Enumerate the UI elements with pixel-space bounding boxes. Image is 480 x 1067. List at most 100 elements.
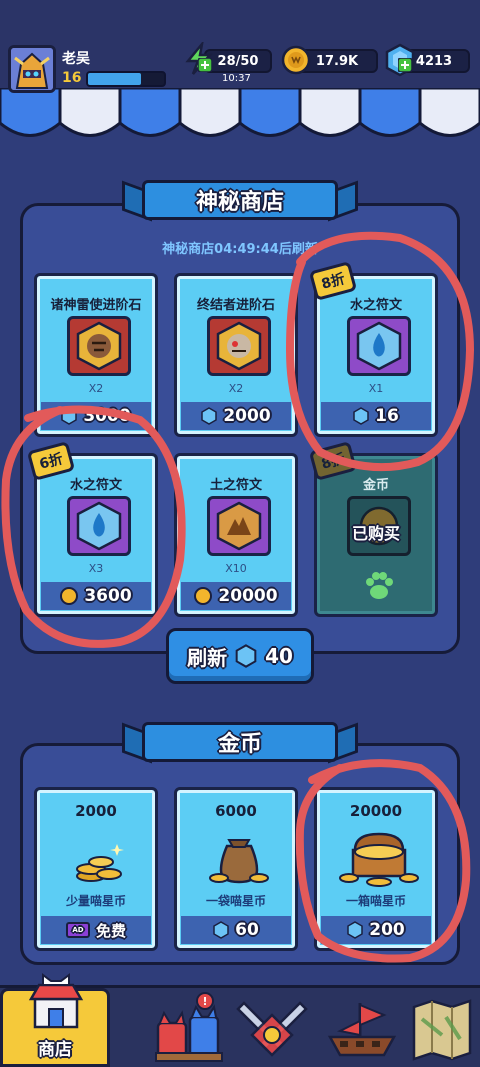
shop-awning <box>0 88 480 137</box>
knight-avatar-icon <box>11 48 53 90</box>
sold-out-label: 已购买 <box>351 524 400 543</box>
item-qty: X3 <box>88 562 104 575</box>
pack-price: 60 <box>181 916 291 944</box>
gem-icon <box>347 921 363 939</box>
item-name: 水之符文 <box>349 298 402 313</box>
video-ad-label: AD <box>72 926 84 934</box>
pack-amount: 20000 <box>349 802 403 820</box>
pack-name: 一袋喵星币 <box>205 894 266 908</box>
player-avatar[interactable] <box>8 45 56 93</box>
gem-icon <box>235 644 257 668</box>
player-name: 老吴 <box>62 51 90 67</box>
mystery-shop-title: 神秘商店 <box>142 180 338 220</box>
gold-pack-card[interactable]: 20000 一箱喵星币 200 <box>314 787 438 951</box>
item-price: 20000 <box>181 582 291 610</box>
shop-refresh-timer: 神秘商店04:49:44后刷新 <box>162 242 318 257</box>
terminator-stone-icon <box>216 321 262 371</box>
cats-team-icon[interactable] <box>150 995 230 1065</box>
paw-icon <box>366 572 393 599</box>
pack-price-value: 200 <box>369 920 405 940</box>
pack-price-value: 60 <box>235 920 259 940</box>
item-name: 土之符文 <box>209 478 262 493</box>
small-coin-pile-icon <box>76 844 124 882</box>
coin-bag-icon <box>209 839 269 884</box>
item-price: 3000 <box>41 402 151 430</box>
item-qty: X2 <box>88 382 104 395</box>
item-price-value: 2000 <box>223 406 271 426</box>
item-price-value: 3600 <box>84 586 132 606</box>
player-level: 16 <box>62 70 82 86</box>
shop-item-card[interactable]: 诸神雷使进阶石 X2 3000 <box>34 273 158 437</box>
coin-icon <box>60 587 79 605</box>
pack-price: 200 <box>321 916 431 944</box>
energy-timer: 10:37 <box>222 73 251 84</box>
discount-badge-text: 6折 <box>37 451 65 473</box>
xp-bar <box>86 71 166 87</box>
item-icon-frame <box>207 496 271 556</box>
nav-alert-text: ! <box>202 994 208 1008</box>
gem-value: 4213 <box>415 53 453 69</box>
refresh-cost: 40 <box>265 644 293 668</box>
crossed-swords-icon[interactable] <box>232 995 312 1065</box>
item-qty: X2 <box>228 382 244 395</box>
shop-item-card[interactable]: 水之符文 X1 16 <box>314 273 438 437</box>
item-name: 金币 <box>362 478 389 493</box>
refresh-button[interactable]: 刷新 40 <box>166 628 314 684</box>
map-icon[interactable] <box>402 995 480 1065</box>
water-rune-icon <box>356 321 402 371</box>
xp-bar-fill <box>88 73 142 85</box>
coin-icon <box>281 45 311 75</box>
pack-name: 少量喵星币 <box>65 894 126 908</box>
treasure-chest-icon <box>339 832 419 887</box>
item-price-value: 3000 <box>83 406 131 426</box>
mystery-shop-title-text: 神秘商店 <box>195 190 284 215</box>
pack-amount: 6000 <box>215 802 257 820</box>
item-qty: X1 <box>368 382 384 395</box>
thunder-stone-icon <box>76 321 122 371</box>
add-energy-button[interactable] <box>198 58 212 72</box>
item-price: 16 <box>321 402 431 430</box>
gold-pack-card[interactable]: 6000 一袋喵星币 60 <box>174 787 298 951</box>
pack-price: AD 免费 <box>41 916 151 944</box>
pack-name: 一箱喵星币 <box>345 894 406 908</box>
discount-badge-text: 8折 <box>319 271 347 293</box>
coin-value: 17.9K <box>315 53 359 69</box>
gem-icon <box>213 921 229 939</box>
item-price: 3600 <box>41 582 151 610</box>
pack-amount: 2000 <box>75 802 117 820</box>
item-price: 2000 <box>181 402 291 430</box>
add-gems-button[interactable] <box>398 58 412 72</box>
discount-badge-text: 8折 <box>319 451 347 473</box>
item-icon-frame <box>67 316 131 376</box>
item-price-value: 16 <box>375 406 399 426</box>
item-name: 水之符文 <box>69 478 122 493</box>
item-icon-frame <box>67 496 131 556</box>
gem-icon <box>353 407 369 425</box>
shop-item-card[interactable]: 水之符文 X3 3600 <box>34 453 158 617</box>
shop-item-card[interactable]: 终结者进阶石 X2 2000 <box>174 273 298 437</box>
gold-shop-title: 金币 <box>142 722 338 762</box>
item-icon-frame <box>207 316 271 376</box>
gem-icon <box>201 407 218 425</box>
item-qty: X10 <box>225 562 247 575</box>
nav-item-shop[interactable]: 商店 <box>0 973 110 1067</box>
nav-alert-badge: ! <box>196 992 214 1010</box>
item-name: 诸神雷使进阶石 <box>50 298 142 313</box>
gem-icon <box>61 407 78 425</box>
video-ad-icon: AD <box>65 922 90 938</box>
gold-shop-title-text: 金币 <box>217 732 262 757</box>
refresh-label: 刷新 <box>187 645 228 670</box>
pack-price-value: 免费 <box>95 921 126 940</box>
earth-rune-icon <box>216 501 262 551</box>
shop-item-card-sold: 金币 已购买 <box>314 453 438 617</box>
nav-shop-label: 商店 <box>38 1040 72 1060</box>
item-name: 终结者进阶石 <box>196 298 275 313</box>
water-rune-icon <box>76 501 122 551</box>
shop-item-card[interactable]: 土之符文 X10 20000 <box>174 453 298 617</box>
shop-icon <box>28 973 84 1029</box>
gold-pack-card[interactable]: 2000 少量喵星币 AD 免费 <box>34 787 158 951</box>
energy-value: 28/50 <box>217 53 259 69</box>
ship-icon[interactable] <box>322 995 402 1065</box>
coin-icon <box>194 587 213 605</box>
item-icon-frame <box>347 316 411 376</box>
